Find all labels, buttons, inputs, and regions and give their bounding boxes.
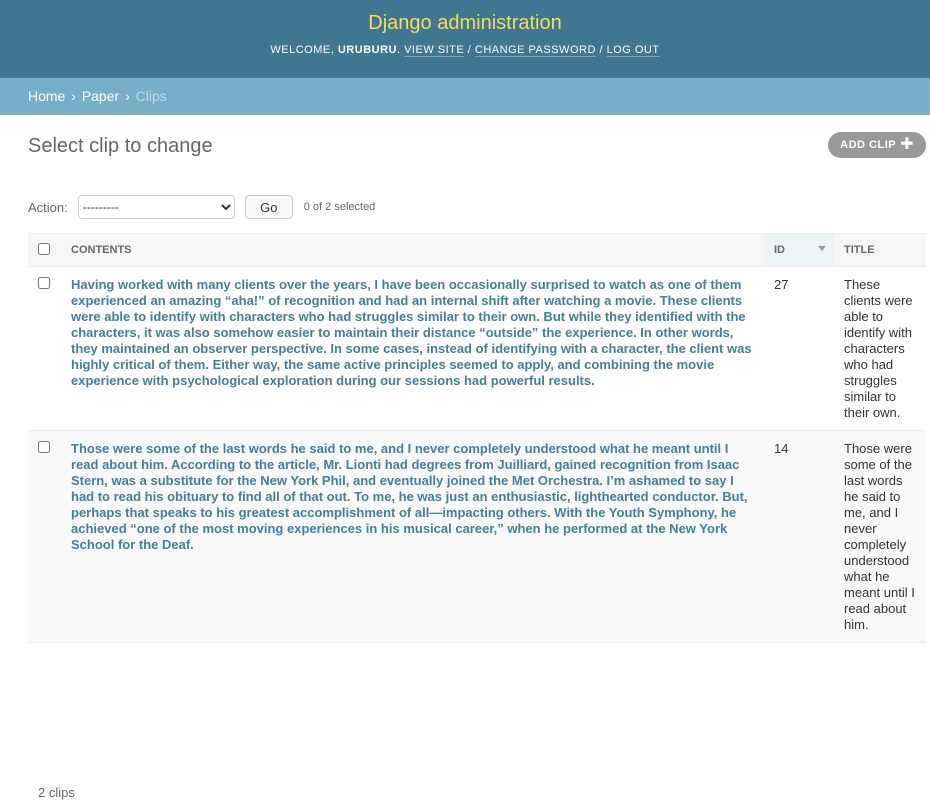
breadcrumb-current: Clips — [135, 88, 167, 104]
action-label: Action: — [28, 199, 68, 215]
breadcrumb-separator: › — [71, 88, 76, 104]
select-all-header — [28, 233, 61, 267]
view-site-link[interactable]: View site — [404, 44, 465, 57]
table-row: Those were some of the last words he sai… — [28, 430, 926, 643]
row-checkbox[interactable] — [38, 277, 50, 289]
selection-counter: 0 of 2 selected — [303, 201, 376, 213]
go-button[interactable]: Go — [244, 195, 293, 219]
separator: / — [467, 44, 472, 56]
breadcrumb-app[interactable]: Paper — [82, 88, 119, 104]
breadcrumb-home[interactable]: Home — [28, 88, 65, 104]
results-table: Contents ID Title Having worked with man… — [28, 233, 926, 643]
title-cell: These clients were able to identify with… — [834, 266, 926, 431]
contents-cell: Having worked with many clients over the… — [61, 266, 764, 431]
change-password-link[interactable]: Change password — [474, 44, 596, 57]
column-header-contents[interactable]: Contents — [61, 233, 764, 267]
paginator: 2 clips — [38, 785, 75, 800]
row-checkbox[interactable] — [38, 441, 50, 453]
row-link[interactable]: Those were some of the last words he sai… — [71, 441, 748, 552]
actions-bar: Action: --------- Go 0 of 2 selected — [28, 194, 375, 220]
row-checkbox-cell — [28, 266, 61, 431]
title-cell: Those were some of the last words he sai… — [834, 430, 926, 643]
separator: / — [599, 44, 604, 56]
id-cell: 27 — [764, 266, 834, 431]
column-header-title[interactable]: Title — [834, 233, 926, 267]
log-out-link[interactable]: Log out — [606, 44, 660, 57]
breadcrumb-separator: › — [125, 88, 130, 104]
row-checkbox-cell — [28, 430, 61, 643]
action-select[interactable]: --------- — [77, 195, 235, 219]
table-header-row: Contents ID Title — [28, 233, 926, 267]
plus-icon: ✚ — [900, 136, 914, 153]
column-header-id-label: ID — [774, 244, 785, 256]
select-all-checkbox[interactable] — [38, 242, 50, 255]
row-link[interactable]: Having worked with many clients over the… — [71, 277, 752, 388]
username: uruburu — [337, 44, 397, 56]
page-title: Select clip to change — [28, 135, 213, 157]
column-header-id[interactable]: ID — [764, 233, 834, 267]
add-clip-label: Add clip — [840, 139, 897, 151]
user-tools: Welcome, uruburu. View site / Change pas… — [270, 44, 660, 57]
header: Django administration Welcome, uruburu. … — [0, 0, 930, 78]
sort-descending-icon[interactable] — [818, 246, 826, 251]
add-clip-button[interactable]: Add clip ✚ — [828, 132, 926, 158]
table-row: Having worked with many clients over the… — [28, 266, 926, 431]
contents-cell: Those were some of the last words he sai… — [61, 430, 764, 643]
site-branding[interactable]: Django administration — [0, 0, 930, 36]
breadcrumb: Home › Paper › Clips — [0, 78, 930, 115]
welcome-text: Welcome, — [270, 44, 335, 56]
id-cell: 14 — [764, 430, 834, 643]
